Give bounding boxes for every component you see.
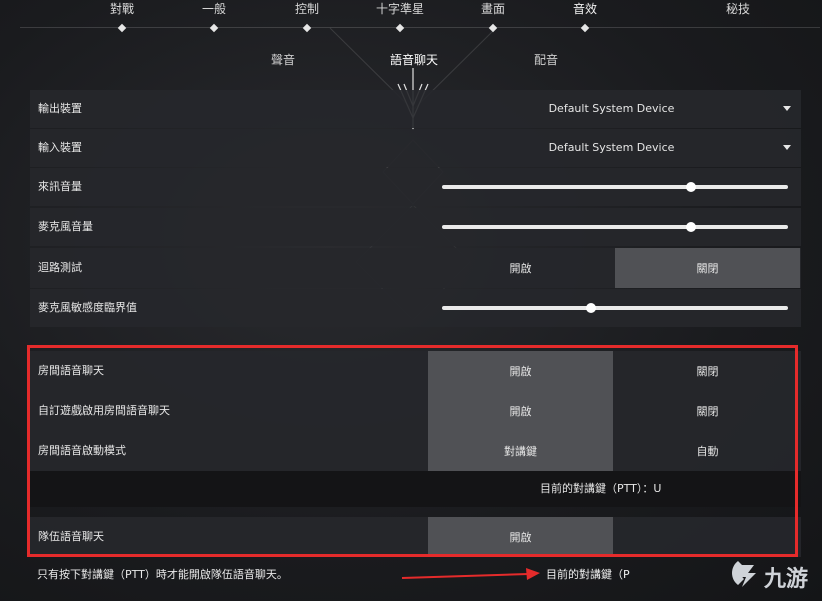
output-device-label: 輸出裝置 bbox=[38, 102, 82, 115]
team-ptt-keybind[interactable]: 目前的對講鍵（P bbox=[546, 566, 630, 582]
mic-volume-row: 麥克風音量 bbox=[30, 208, 801, 246]
subtab-sound[interactable]: 聲音 bbox=[271, 51, 295, 68]
chevron-down-icon bbox=[783, 106, 791, 111]
output-device-value: Default System Device bbox=[548, 102, 675, 115]
team-voice-chat-label: 隊伍語音聊天 bbox=[38, 530, 104, 543]
tab-label: 音效 bbox=[572, 2, 598, 16]
tab-cheats[interactable]: 秘技 bbox=[726, 0, 750, 17]
mic-volume-label: 麥克風音量 bbox=[38, 220, 93, 233]
loopback-test-row: 迴路測試 開啟 關閉 bbox=[30, 248, 801, 288]
room-ptt-keybind-row: 目前的對講鍵（PTT）：U bbox=[30, 471, 801, 507]
loopback-test-label: 迴路測試 bbox=[38, 261, 82, 274]
activation-ptt-button[interactable]: 對講鍵 bbox=[428, 431, 613, 471]
loopback-off-button[interactable]: 關閉 bbox=[615, 248, 800, 288]
chevron-down-icon bbox=[783, 145, 791, 150]
mic-sensitivity-slider[interactable] bbox=[442, 303, 788, 313]
tab-marker-icon bbox=[488, 23, 498, 33]
room-voice-on-button[interactable]: 開啟 bbox=[428, 351, 613, 391]
slider-handle[interactable] bbox=[585, 303, 596, 313]
custom-game-voice-row: 自訂遊戲啟用房間語音聊天 開啟 關閉 bbox=[30, 391, 801, 431]
room-voice-chat-row: 房間語音聊天 開啟 關閉 bbox=[30, 351, 801, 391]
slider-handle[interactable] bbox=[686, 182, 697, 192]
top-nav: 對戰 一般 控制 十字準星 畫面 音效 秘技 bbox=[0, 0, 822, 34]
mic-sensitivity-label: 麥克風敏感度臨界值 bbox=[38, 301, 137, 314]
watermark-text: 九游 bbox=[764, 567, 809, 592]
custom-game-voice-on-button[interactable]: 開啟 bbox=[428, 391, 613, 431]
output-device-row: 輸出裝置 Default System Device bbox=[30, 90, 801, 128]
mic-volume-slider[interactable] bbox=[442, 222, 788, 232]
tab-label: 畫面 bbox=[480, 2, 506, 16]
tab-marker-icon bbox=[302, 23, 312, 33]
tab-marker-icon bbox=[117, 23, 127, 33]
watermark-logo: 九游 bbox=[728, 557, 810, 595]
tab-label: 控制 bbox=[294, 2, 320, 16]
team-voice-chat-row: 隊伍語音聊天 開啟 bbox=[30, 517, 801, 557]
output-device-dropdown[interactable]: Default System Device bbox=[430, 90, 801, 128]
team-voice-note: 只有按下對講鍵（PTT）時才能開啟隊伍語音聊天。 bbox=[37, 568, 288, 581]
input-device-dropdown[interactable]: Default System Device bbox=[430, 129, 801, 167]
tab-controls[interactable]: 控制 bbox=[294, 0, 320, 33]
custom-game-voice-label: 自訂遊戲啟用房間語音聊天 bbox=[38, 404, 170, 417]
tab-battle[interactable]: 對戰 bbox=[109, 0, 135, 33]
subtab-voice-chat[interactable]: 語音聊天 bbox=[390, 51, 438, 68]
room-voice-activation-row: 房間語音啟動模式 對講鍵 自動 bbox=[30, 431, 801, 471]
tab-label: 秘技 bbox=[725, 2, 751, 16]
tab-label: 對戰 bbox=[109, 2, 135, 16]
room-voice-chat-label: 房間語音聊天 bbox=[38, 364, 104, 377]
tab-label: 一般 bbox=[201, 2, 227, 16]
input-device-row: 輸入裝置 Default System Device bbox=[30, 129, 801, 167]
tab-marker-icon bbox=[209, 23, 219, 33]
tab-audio[interactable]: 音效 bbox=[572, 0, 598, 33]
tab-general[interactable]: 一般 bbox=[201, 0, 227, 33]
activation-auto-button[interactable]: 自動 bbox=[615, 431, 800, 471]
mic-sensitivity-row: 麥克風敏感度臨界值 bbox=[30, 289, 801, 327]
tab-marker-icon bbox=[580, 23, 590, 33]
input-device-label: 輸入裝置 bbox=[38, 141, 82, 154]
tab-marker-icon bbox=[395, 23, 405, 33]
slider-handle[interactable] bbox=[686, 222, 697, 232]
room-ptt-keybind[interactable]: 目前的對講鍵（PTT）：U bbox=[540, 471, 661, 507]
room-voice-off-button[interactable]: 關閉 bbox=[615, 351, 800, 391]
tab-label: 十字準星 bbox=[375, 2, 425, 16]
subtab-voice-over[interactable]: 配音 bbox=[534, 51, 558, 68]
incoming-volume-slider[interactable] bbox=[442, 182, 788, 192]
tab-crosshair[interactable]: 十字準星 bbox=[375, 0, 425, 33]
room-voice-activation-label: 房間語音啟動模式 bbox=[38, 444, 126, 457]
custom-game-voice-off-button[interactable]: 關閉 bbox=[615, 391, 800, 431]
team-voice-on-button[interactable]: 開啟 bbox=[428, 517, 613, 557]
incoming-volume-label: 來訊音量 bbox=[38, 180, 82, 193]
input-device-value: Default System Device bbox=[548, 141, 675, 154]
incoming-volume-row: 來訊音量 bbox=[30, 168, 801, 206]
tab-video[interactable]: 畫面 bbox=[480, 0, 506, 33]
loopback-on-button[interactable]: 開啟 bbox=[428, 248, 613, 288]
